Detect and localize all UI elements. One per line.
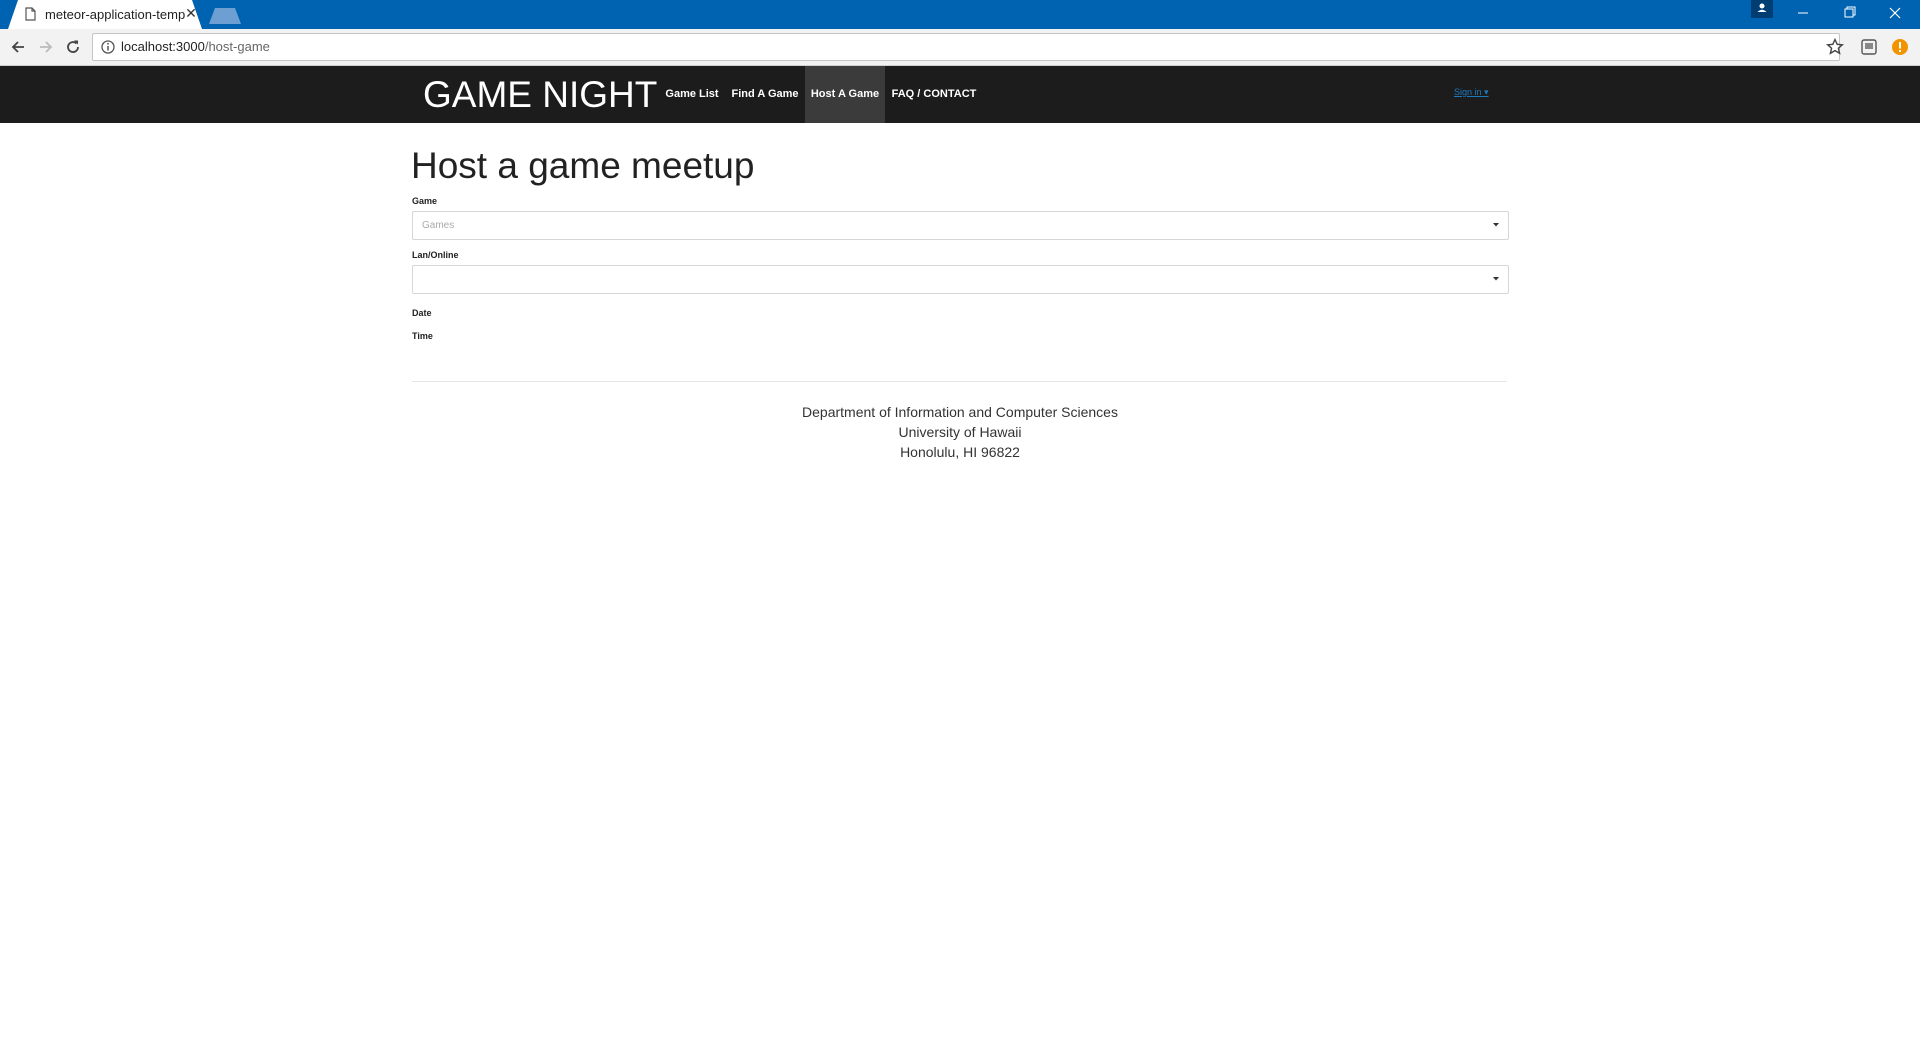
footer-department: Department of Information and Computer S… [802, 404, 1118, 420]
url-host: localhost:3000 [121, 39, 205, 54]
game-label: Game [412, 196, 438, 206]
reload-icon[interactable] [63, 37, 83, 57]
game-select[interactable]: Games [412, 211, 1509, 240]
brand-logo[interactable]: GAME NIGHT [423, 73, 657, 117]
game-select-placeholder: Games [422, 220, 455, 231]
new-tab-button[interactable] [209, 8, 241, 24]
address-bar[interactable]: localhost:3000/host-game [92, 33, 1840, 61]
minimize-icon[interactable] [1781, 0, 1825, 26]
nav-find-a-game[interactable]: Find A Game [729, 66, 801, 123]
nav-faq-contact[interactable]: FAQ / CONTACT [889, 66, 979, 123]
profile-button[interactable] [1751, 0, 1773, 18]
tab-close-button[interactable]: ✕ [184, 5, 198, 21]
info-icon[interactable] [100, 39, 116, 55]
date-label: Date [412, 308, 432, 318]
profile-icon [1757, 3, 1767, 12]
extension-icon[interactable] [1860, 38, 1878, 56]
footer-university: University of Hawaii [898, 424, 1022, 440]
footer-divider [412, 381, 1507, 382]
nav-game-list[interactable]: Game List [664, 66, 720, 123]
back-icon[interactable] [8, 37, 28, 57]
url-path: /host-game [204, 39, 270, 54]
site-navbar: GAME NIGHT Game List Find A Game Host A … [0, 66, 1920, 123]
browser-toolbar: localhost:3000/host-game [0, 29, 1920, 66]
alert-icon[interactable] [1891, 38, 1909, 56]
browser-tab[interactable]: meteor-application-template ✕ [8, 0, 202, 29]
lan-online-select[interactable] [412, 265, 1509, 294]
maximize-icon[interactable] [1827, 0, 1871, 26]
chevron-down-icon [1493, 223, 1499, 227]
star-icon[interactable] [1825, 37, 1845, 57]
page-icon [25, 7, 36, 21]
sign-in-dropdown[interactable]: Sign in ▾ [1454, 87, 1489, 101]
close-icon[interactable] [1873, 0, 1917, 26]
time-label: Time [412, 331, 433, 341]
lan-online-label: Lan/Online [412, 250, 459, 260]
tab-title: meteor-application-template [45, 7, 185, 22]
nav-host-a-game[interactable]: Host A Game [805, 66, 885, 123]
forward-icon[interactable] [36, 37, 56, 57]
chevron-down-icon [1493, 277, 1499, 281]
page-title: Host a game meetup [411, 145, 755, 186]
browser-titlebar: meteor-application-template ✕ [0, 0, 1920, 29]
url-text: localhost:3000/host-game [121, 39, 270, 55]
footer-address: Honolulu, HI 96822 [900, 444, 1020, 460]
